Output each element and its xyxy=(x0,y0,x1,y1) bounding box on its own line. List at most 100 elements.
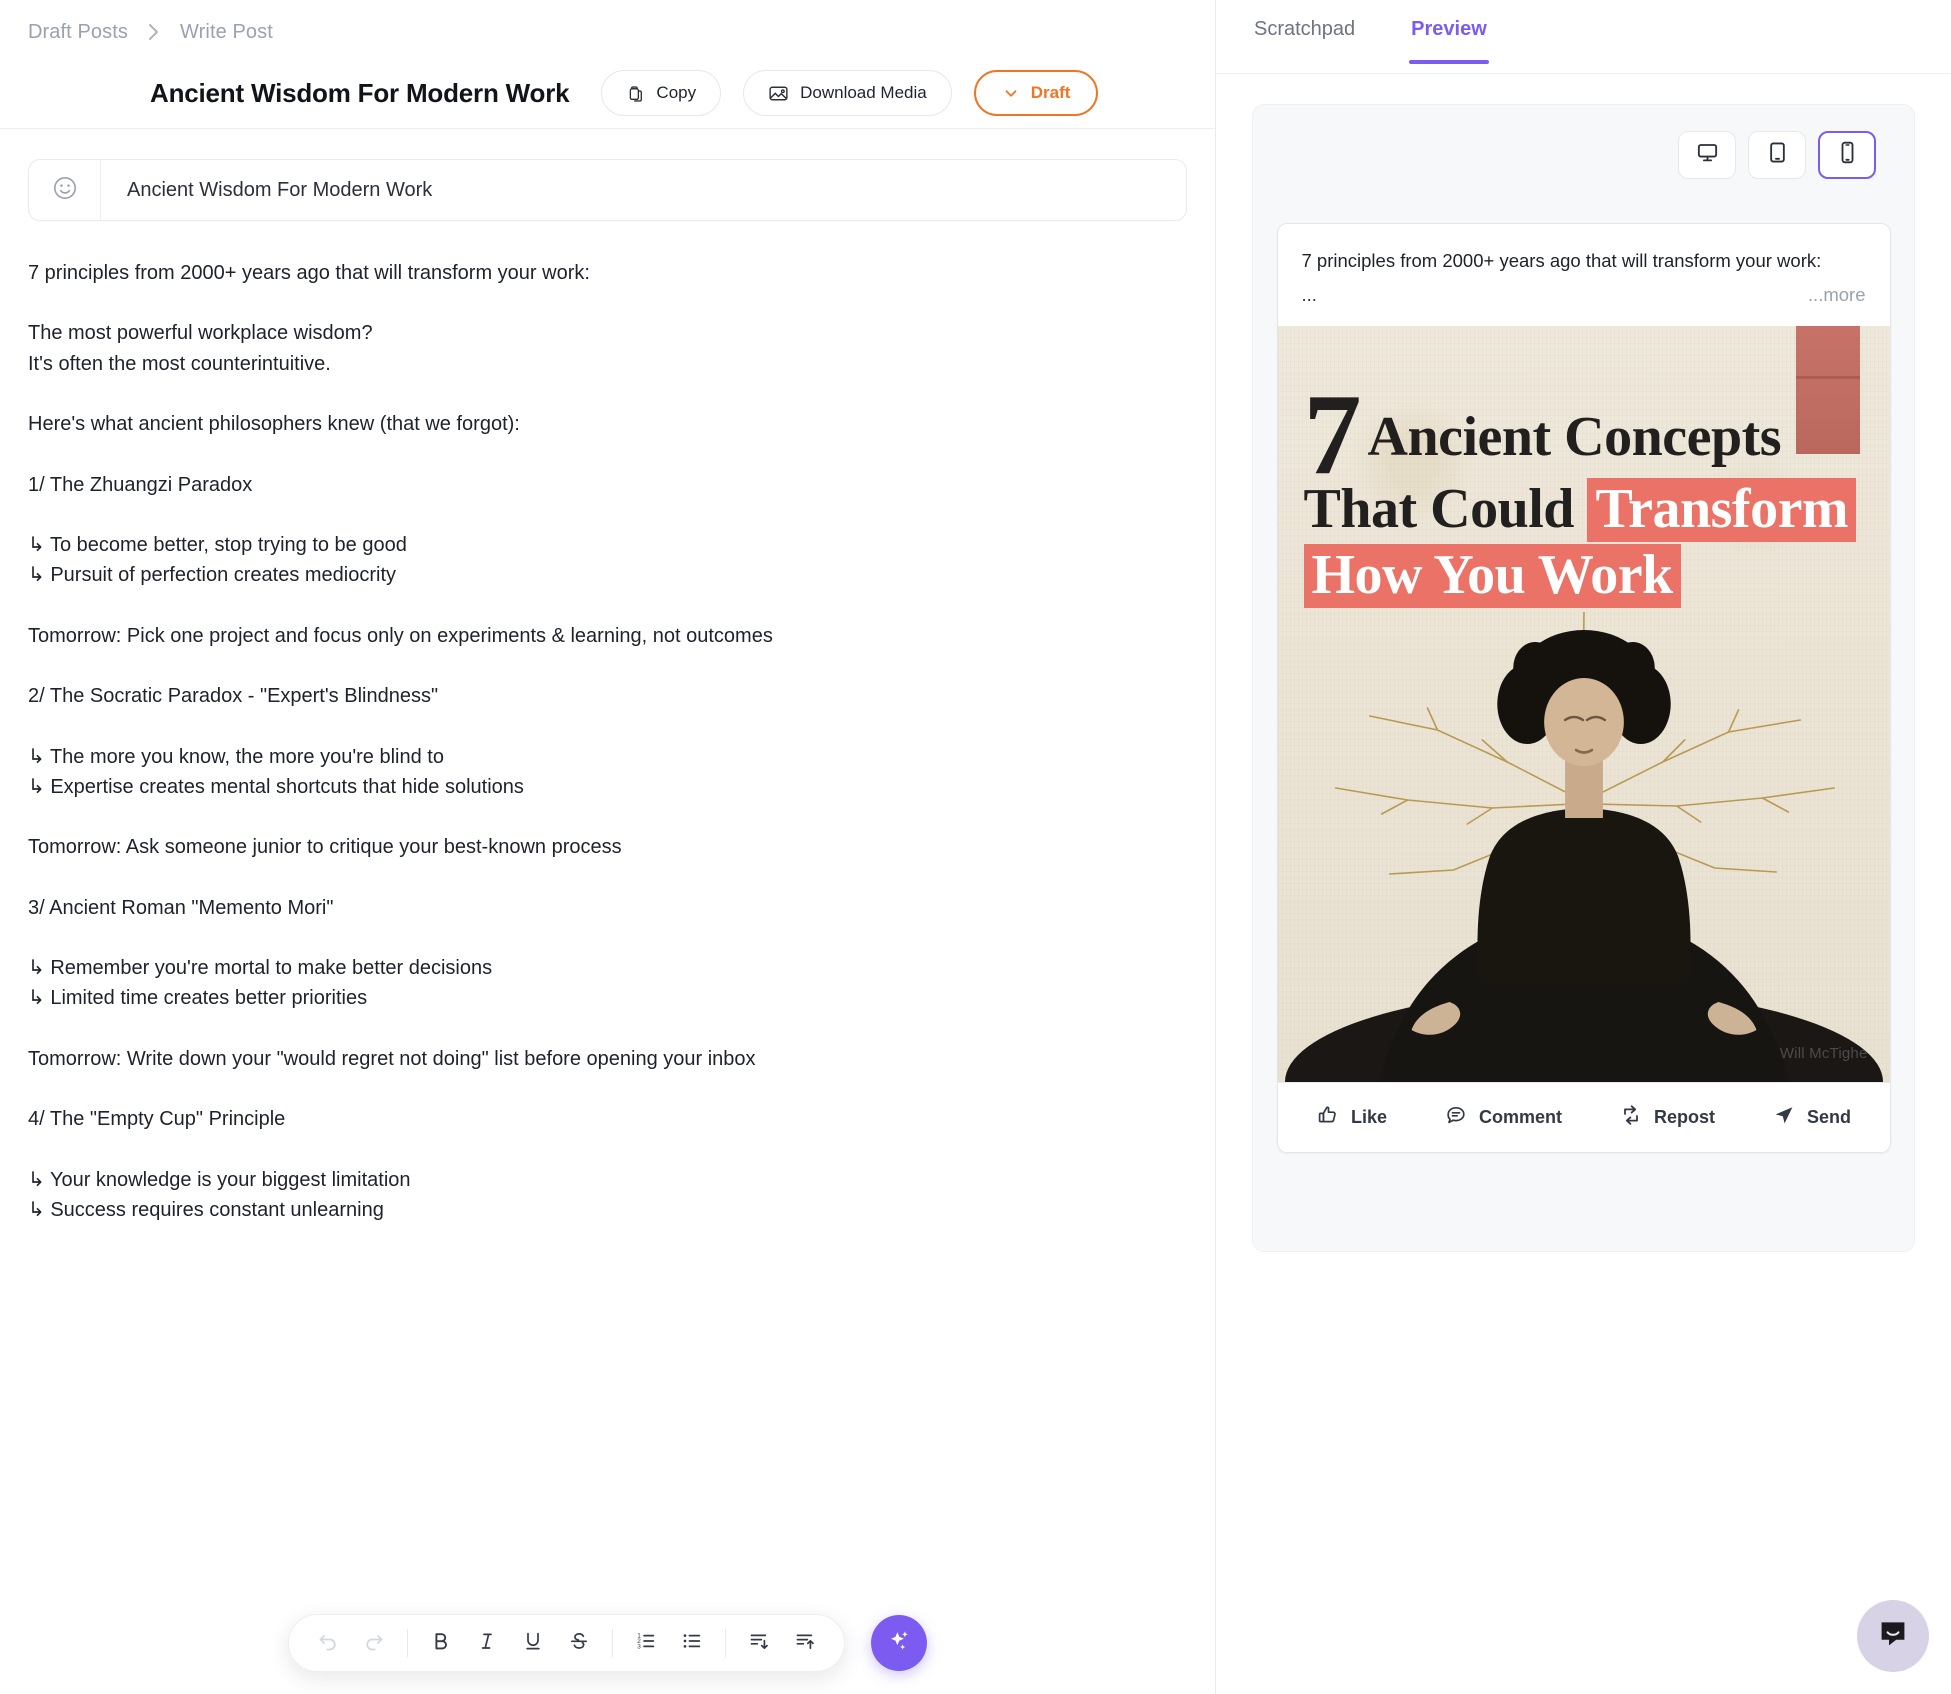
body-paragraph: 2/ The Socratic Paradox - "Expert's Blin… xyxy=(28,685,439,708)
body-paragraph: 4/ The "Empty Cup" Principle xyxy=(28,1108,286,1131)
desktop-icon xyxy=(1695,140,1720,170)
artist-credit: Will McTighe xyxy=(1779,1045,1868,1063)
device-toggle-desktop[interactable] xyxy=(1678,131,1736,179)
chat-bubble-smile-icon xyxy=(1876,1617,1910,1656)
redo-button[interactable] xyxy=(351,1620,397,1666)
undo-icon xyxy=(316,1629,340,1658)
body-bullet: ↳ Pursuit of perfection creates mediocri… xyxy=(28,564,397,587)
tablet-icon xyxy=(1765,140,1790,170)
body-paragraph: It's often the most counterintuitive. xyxy=(28,352,331,375)
post-body-editor[interactable]: 7 principles from 2000+ years ago that w… xyxy=(0,221,1215,1224)
svg-text:3: 3 xyxy=(637,1643,641,1650)
smiley-icon xyxy=(51,174,79,207)
image-headline-line3: How You Work xyxy=(1303,543,1876,609)
image-headline: 7 Ancient Concepts That Could Transform H… xyxy=(1303,377,1876,609)
body-bullet: ↳ The more you know, the more you're bli… xyxy=(28,745,444,768)
bold-icon xyxy=(429,1629,453,1658)
body-paragraph: Tomorrow: Write down your "would regret … xyxy=(28,1047,756,1070)
copy-button[interactable]: Copy xyxy=(601,70,722,116)
body-paragraph: Tomorrow: Pick one project and focus onl… xyxy=(28,624,773,647)
sort-descending-icon xyxy=(747,1629,771,1658)
preview-pane: Scratchpad Preview 7 principles from 200… xyxy=(1216,0,1951,1694)
draft-status-label: Draft xyxy=(1030,83,1071,102)
post-title-input[interactable]: Ancient Wisdom For Modern Work xyxy=(101,179,432,202)
chevron-down-icon xyxy=(1002,84,1020,102)
post-title-field[interactable]: Ancient Wisdom For Modern Work xyxy=(28,159,1187,221)
redo-icon xyxy=(362,1629,386,1658)
device-toggle-group xyxy=(1253,131,1914,179)
thumbs-up-icon xyxy=(1316,1103,1340,1132)
breadcrumb-current[interactable]: Write Post xyxy=(180,21,273,44)
body-bullet: ↳ Your knowledge is your biggest limitat… xyxy=(28,1168,411,1191)
app-root: Draft Posts Write Post Ancient Wisdom Fo… xyxy=(0,0,1951,1694)
format-toolbar: 1 2 3 xyxy=(288,1614,845,1672)
emoji-picker-button[interactable] xyxy=(29,160,101,220)
chat-launcher-button[interactable] xyxy=(1857,1600,1929,1672)
send-icon xyxy=(1772,1103,1796,1132)
body-paragraph: Here's what ancient philosophers knew (t… xyxy=(28,413,520,436)
preview-post-ellipsis: ... xyxy=(1301,284,1317,306)
italic-button[interactable] xyxy=(464,1620,510,1666)
preview-post-more-link[interactable]: ...more xyxy=(1808,284,1866,306)
body-paragraph: Tomorrow: Ask someone junior to critique… xyxy=(28,836,622,859)
move-up-button[interactable] xyxy=(782,1620,828,1666)
undo-button[interactable] xyxy=(305,1620,351,1666)
preview-tabs: Scratchpad Preview xyxy=(1216,0,1951,74)
body-paragraph: 3/ Ancient Roman "Memento Mori" xyxy=(28,896,334,919)
preview-post-more-row: ... ...more xyxy=(1278,274,1890,326)
like-button-label: Like xyxy=(1350,1107,1388,1128)
clipboard-icon xyxy=(626,84,645,103)
ai-assist-button[interactable] xyxy=(871,1615,927,1671)
toolbar-divider xyxy=(612,1629,613,1657)
comment-button[interactable]: Comment xyxy=(1444,1103,1562,1132)
tab-scratchpad[interactable]: Scratchpad xyxy=(1252,14,1357,41)
image-headline-line3-text: How You Work xyxy=(1303,544,1681,609)
editor-pane: Draft Posts Write Post Ancient Wisdom Fo… xyxy=(0,0,1216,1694)
meditating-figure-illustration xyxy=(1278,612,1890,1083)
download-media-button[interactable]: Download Media xyxy=(743,70,952,116)
editor-header: Ancient Wisdom For Modern Work Copy Down… xyxy=(0,46,1215,128)
numbered-list-button[interactable]: 1 2 3 xyxy=(623,1620,669,1666)
preview-post-card: 7 principles from 2000+ years ago that w… xyxy=(1276,223,1891,1154)
repost-button-label: Repost xyxy=(1653,1107,1715,1128)
body-paragraph: The most powerful workplace wisdom? xyxy=(28,322,373,345)
image-headline-line2-plain: That Could xyxy=(1303,478,1588,541)
body-paragraph: 1/ The Zhuangzi Paradox xyxy=(28,473,253,496)
strikethrough-button[interactable] xyxy=(556,1620,602,1666)
strikethrough-icon xyxy=(567,1629,591,1658)
like-button[interactable]: Like xyxy=(1316,1103,1387,1132)
bold-button[interactable] xyxy=(418,1620,464,1666)
move-down-button[interactable] xyxy=(736,1620,782,1666)
underline-button[interactable] xyxy=(510,1620,556,1666)
mobile-icon xyxy=(1835,140,1860,170)
image-headline-line2: That Could Transform xyxy=(1303,477,1876,543)
format-toolbar-container: 1 2 3 xyxy=(0,1614,1215,1672)
send-button-label: Send xyxy=(1806,1107,1851,1128)
repost-button[interactable]: Repost xyxy=(1619,1103,1715,1132)
device-toggle-tablet[interactable] xyxy=(1748,131,1806,179)
underline-icon xyxy=(521,1629,545,1658)
body-bullet: ↳ To become better, stop trying to be go… xyxy=(28,533,407,556)
device-toggle-mobile[interactable] xyxy=(1818,131,1876,179)
breadcrumb-parent[interactable]: Draft Posts xyxy=(28,21,128,44)
download-media-button-label: Download Media xyxy=(800,83,927,102)
header-divider xyxy=(0,128,1215,129)
draft-status-button[interactable]: Draft xyxy=(973,70,1099,116)
image-headline-line1: Ancient Concepts xyxy=(1367,406,1782,469)
italic-icon xyxy=(475,1629,499,1658)
copy-button-label: Copy xyxy=(656,83,697,102)
bullet-list-icon xyxy=(680,1629,704,1658)
preview-surface: 7 principles from 2000+ years ago that w… xyxy=(1252,104,1915,1252)
chevron-right-icon xyxy=(146,21,162,43)
body-bullet: ↳ Expertise creates mental shortcuts tha… xyxy=(28,775,524,798)
bullet-list-button[interactable] xyxy=(669,1620,715,1666)
body-bullet: ↳ Limited time creates better priorities xyxy=(28,987,368,1010)
send-button[interactable]: Send xyxy=(1772,1103,1851,1132)
breadcrumb: Draft Posts Write Post xyxy=(0,0,1215,46)
image-headline-line2-highlight: Transform xyxy=(1587,478,1857,543)
tab-preview[interactable]: Preview xyxy=(1409,14,1489,64)
comment-icon xyxy=(1444,1103,1468,1132)
toolbar-divider xyxy=(725,1629,726,1657)
sort-ascending-icon xyxy=(793,1629,817,1658)
comment-button-label: Comment xyxy=(1478,1107,1562,1128)
